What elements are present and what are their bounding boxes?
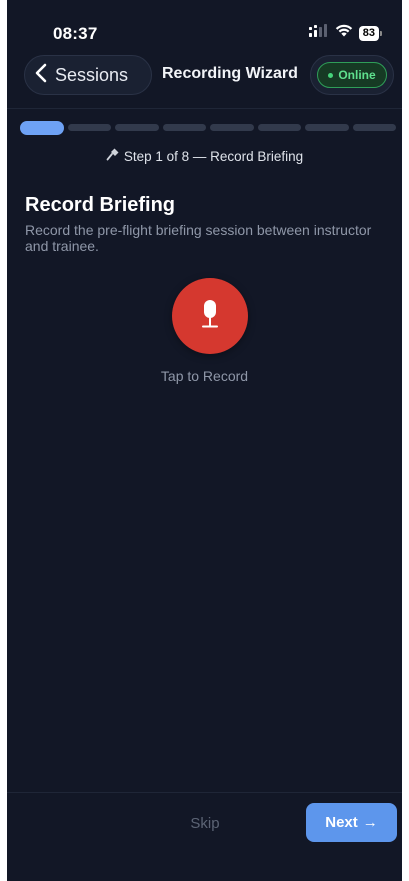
next-button[interactable]: Next → [306,803,397,842]
arrow-right-icon: → [362,814,378,831]
header: Sessions Recording Wizard Online [7,52,402,98]
record-label: Tap to Record [160,368,249,384]
next-label: Next [325,814,358,831]
battery-tip [380,30,382,36]
connection-status: Online [310,55,394,95]
record-button[interactable] [172,278,248,354]
progress-step-1 [20,121,64,135]
battery-level: 83 [358,25,379,41]
status-badge: Online [317,62,387,88]
step-text: Step 1 of 8 — Record Briefing [123,149,304,164]
status-time: 08:37 [53,24,98,43]
footer-divider [7,792,402,793]
progress-step-7 [305,124,349,131]
status-badge-label: Online [338,68,376,82]
page-header-title: Recording Wizard [162,65,298,82]
page-description: Record the pre-flight briefing session b… [25,222,372,254]
progress-step-8 [352,124,396,131]
status-icons: 83 [308,24,382,42]
chevron-left-icon [35,63,47,88]
skip-button[interactable]: Skip [175,812,235,836]
app-screen: 08:37 83 Sessions Recording Wizard Onlin… [7,0,402,881]
status-dot-icon [328,72,334,78]
microphone-icon [106,147,120,164]
progress-step-6 [257,124,301,131]
progress-step-5 [210,124,254,131]
microphone-icon [199,299,221,334]
cellular-signal-icon [308,24,329,42]
progress-step-2 [67,124,111,131]
progress-step-3 [115,124,159,131]
header-divider [7,108,402,109]
battery-icon: 83 [358,25,382,41]
back-button[interactable]: Sessions [24,55,152,95]
wifi-icon [335,24,353,42]
back-label: Sessions [55,64,129,85]
step-progress-bar [20,121,396,135]
page-title: Record Briefing [25,194,176,216]
step-indicator: Step 1 of 8 — Record Briefing [7,147,402,164]
progress-step-4 [162,124,206,131]
status-bar: 08:37 83 [7,0,402,50]
